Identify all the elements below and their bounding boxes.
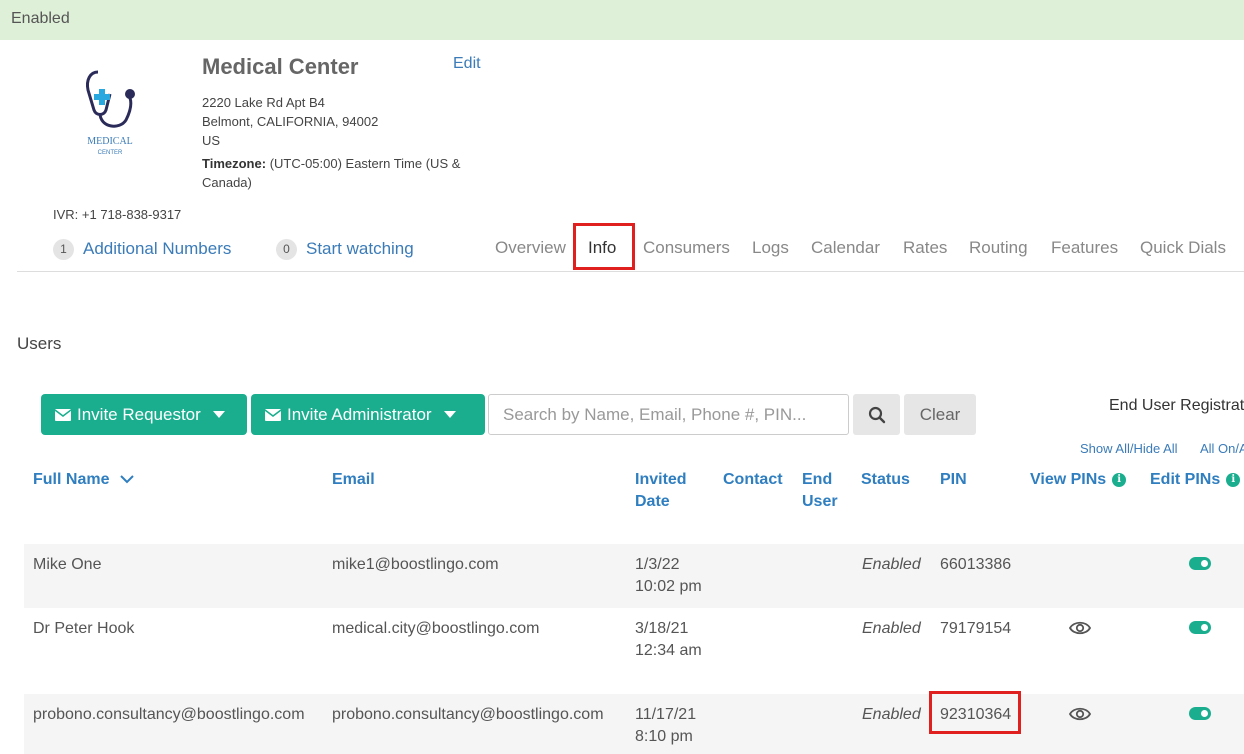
row-invited-date: 11/17/21 xyxy=(635,706,697,723)
end-user-header-line-2: User xyxy=(802,493,838,510)
timezone: Timezone: (UTC-05:00) Eastern Time (US &… xyxy=(202,154,482,192)
stethoscope-icon: MEDICAL CENTER xyxy=(86,70,135,156)
additional-numbers-label: Additional Numbers xyxy=(83,239,232,258)
start-watching-label: Start watching xyxy=(306,239,414,258)
tab-overview[interactable]: Overview xyxy=(495,238,566,258)
row-full-name: probono.consultancy@boostlingo.com xyxy=(33,706,305,723)
row-status: Enabled xyxy=(862,556,921,573)
show-all-hide-all-link[interactable]: Show All/Hide All xyxy=(1080,441,1178,456)
row-full-name: Mike One xyxy=(33,556,102,573)
tabs-divider xyxy=(484,271,1244,272)
search-button[interactable] xyxy=(853,394,900,435)
end-user-header-line-1: End xyxy=(802,471,833,488)
column-header-status[interactable]: Status xyxy=(861,469,910,491)
edit-pin-toggle[interactable] xyxy=(1189,557,1211,570)
start-watching-link[interactable]: 0 Start watching xyxy=(276,239,414,261)
row-full-name: Dr Peter Hook xyxy=(33,620,135,637)
divider xyxy=(17,271,484,272)
row-email: probono.consultancy@boostlingo.com xyxy=(332,706,604,723)
edit-pin-toggle[interactable] xyxy=(1189,707,1211,720)
organization-name: Medical Center xyxy=(202,54,359,79)
caret-down-icon xyxy=(443,410,456,418)
full-name-header-label: Full Name xyxy=(33,471,110,488)
row-invited-time: 12:34 am xyxy=(635,642,702,659)
info-icon[interactable]: i xyxy=(1226,472,1241,487)
column-header-view-pins: View PINs i xyxy=(1030,469,1127,491)
invite-administrator-label: Invite Administrator xyxy=(287,404,432,424)
pin-highlight xyxy=(929,691,1021,734)
watchers-count: 0 xyxy=(276,239,297,261)
invited-header-line-1: Invited xyxy=(635,471,687,488)
tab-quick-dials[interactable]: Quick Dials xyxy=(1140,238,1226,258)
row-pin: 66013386 xyxy=(940,556,1012,573)
envelope-icon xyxy=(55,408,71,421)
row-status: Enabled xyxy=(862,620,921,637)
row-invited-date: 3/18/21 xyxy=(635,620,689,637)
invite-requestor-button[interactable]: Invite Requestor xyxy=(41,394,247,435)
invite-requestor-label: Invite Requestor xyxy=(77,404,201,424)
users-heading: Users xyxy=(17,334,62,353)
table-row xyxy=(24,544,1244,608)
tab-features[interactable]: Features xyxy=(1051,238,1118,258)
column-header-pin[interactable]: PIN xyxy=(940,469,967,491)
address-line-2: Belmont, CALIFORNIA, 94002 xyxy=(202,114,379,129)
column-header-edit-pins: Edit PINs i xyxy=(1150,469,1241,491)
edit-link[interactable]: Edit xyxy=(453,55,481,73)
column-header-full-name[interactable]: Full Name xyxy=(33,469,134,491)
banner-text: Enabled xyxy=(11,10,70,27)
view-pins-header-label: View PINs xyxy=(1030,471,1107,488)
chevron-down-icon xyxy=(120,475,134,484)
edit-pin-toggle[interactable] xyxy=(1189,621,1211,634)
eye-icon[interactable] xyxy=(1069,706,1091,722)
tab-logs[interactable]: Logs xyxy=(752,238,789,258)
organization-logo: MEDICAL CENTER xyxy=(60,58,160,168)
row-invited-time: 10:02 pm xyxy=(635,578,702,595)
ivr-number: IVR: +1 718-838-9317 xyxy=(53,207,182,222)
search-icon xyxy=(868,406,885,423)
column-header-contact[interactable]: Contact xyxy=(723,469,783,491)
all-on-all-off-link[interactable]: All On/All Off xyxy=(1200,441,1244,456)
row-email: medical.city@boostlingo.com xyxy=(332,620,540,637)
search-input[interactable] xyxy=(488,394,849,435)
tab-routing[interactable]: Routing xyxy=(969,238,1028,258)
column-header-end-user[interactable]: End User xyxy=(802,469,838,513)
eye-icon[interactable] xyxy=(1069,620,1091,636)
row-invited-time: 8:10 pm xyxy=(635,728,693,745)
logo-text-top: MEDICAL xyxy=(87,136,133,147)
tab-consumers[interactable]: Consumers xyxy=(643,238,730,258)
tab-rates[interactable]: Rates xyxy=(903,238,947,258)
end-user-registration-title: End User Registration xyxy=(1109,397,1244,414)
column-header-email[interactable]: Email xyxy=(332,469,375,491)
row-pin: 79179154 xyxy=(940,620,1012,637)
address-line-1: 2220 Lake Rd Apt B4 xyxy=(202,95,325,110)
caret-down-icon xyxy=(212,410,225,418)
tab-calendar[interactable]: Calendar xyxy=(811,238,880,258)
column-header-invited-date[interactable]: Invited Date xyxy=(635,469,687,513)
timezone-label: Timezone: xyxy=(202,156,267,171)
info-icon[interactable]: i xyxy=(1112,472,1127,487)
row-email: mike1@boostlingo.com xyxy=(332,556,499,573)
status-banner: Enabled xyxy=(0,0,1244,40)
additional-numbers-count: 1 xyxy=(53,239,74,261)
invited-header-line-2: Date xyxy=(635,493,670,510)
logo-text-bottom: CENTER xyxy=(98,150,123,156)
edit-pins-header-label: Edit PINs xyxy=(1150,471,1221,488)
row-status: Enabled xyxy=(862,706,921,723)
envelope-icon xyxy=(265,408,281,421)
clear-button[interactable]: Clear xyxy=(904,394,976,435)
right-clipped-area: End User Registration Show All/Hide All … xyxy=(0,0,1244,754)
invite-administrator-button[interactable]: Invite Administrator xyxy=(251,394,485,435)
additional-numbers-link[interactable]: 1 Additional Numbers xyxy=(53,239,232,261)
active-tab-highlight xyxy=(573,223,635,270)
address-line-3: US xyxy=(202,133,221,148)
row-invited-date: 1/3/22 xyxy=(635,556,680,573)
